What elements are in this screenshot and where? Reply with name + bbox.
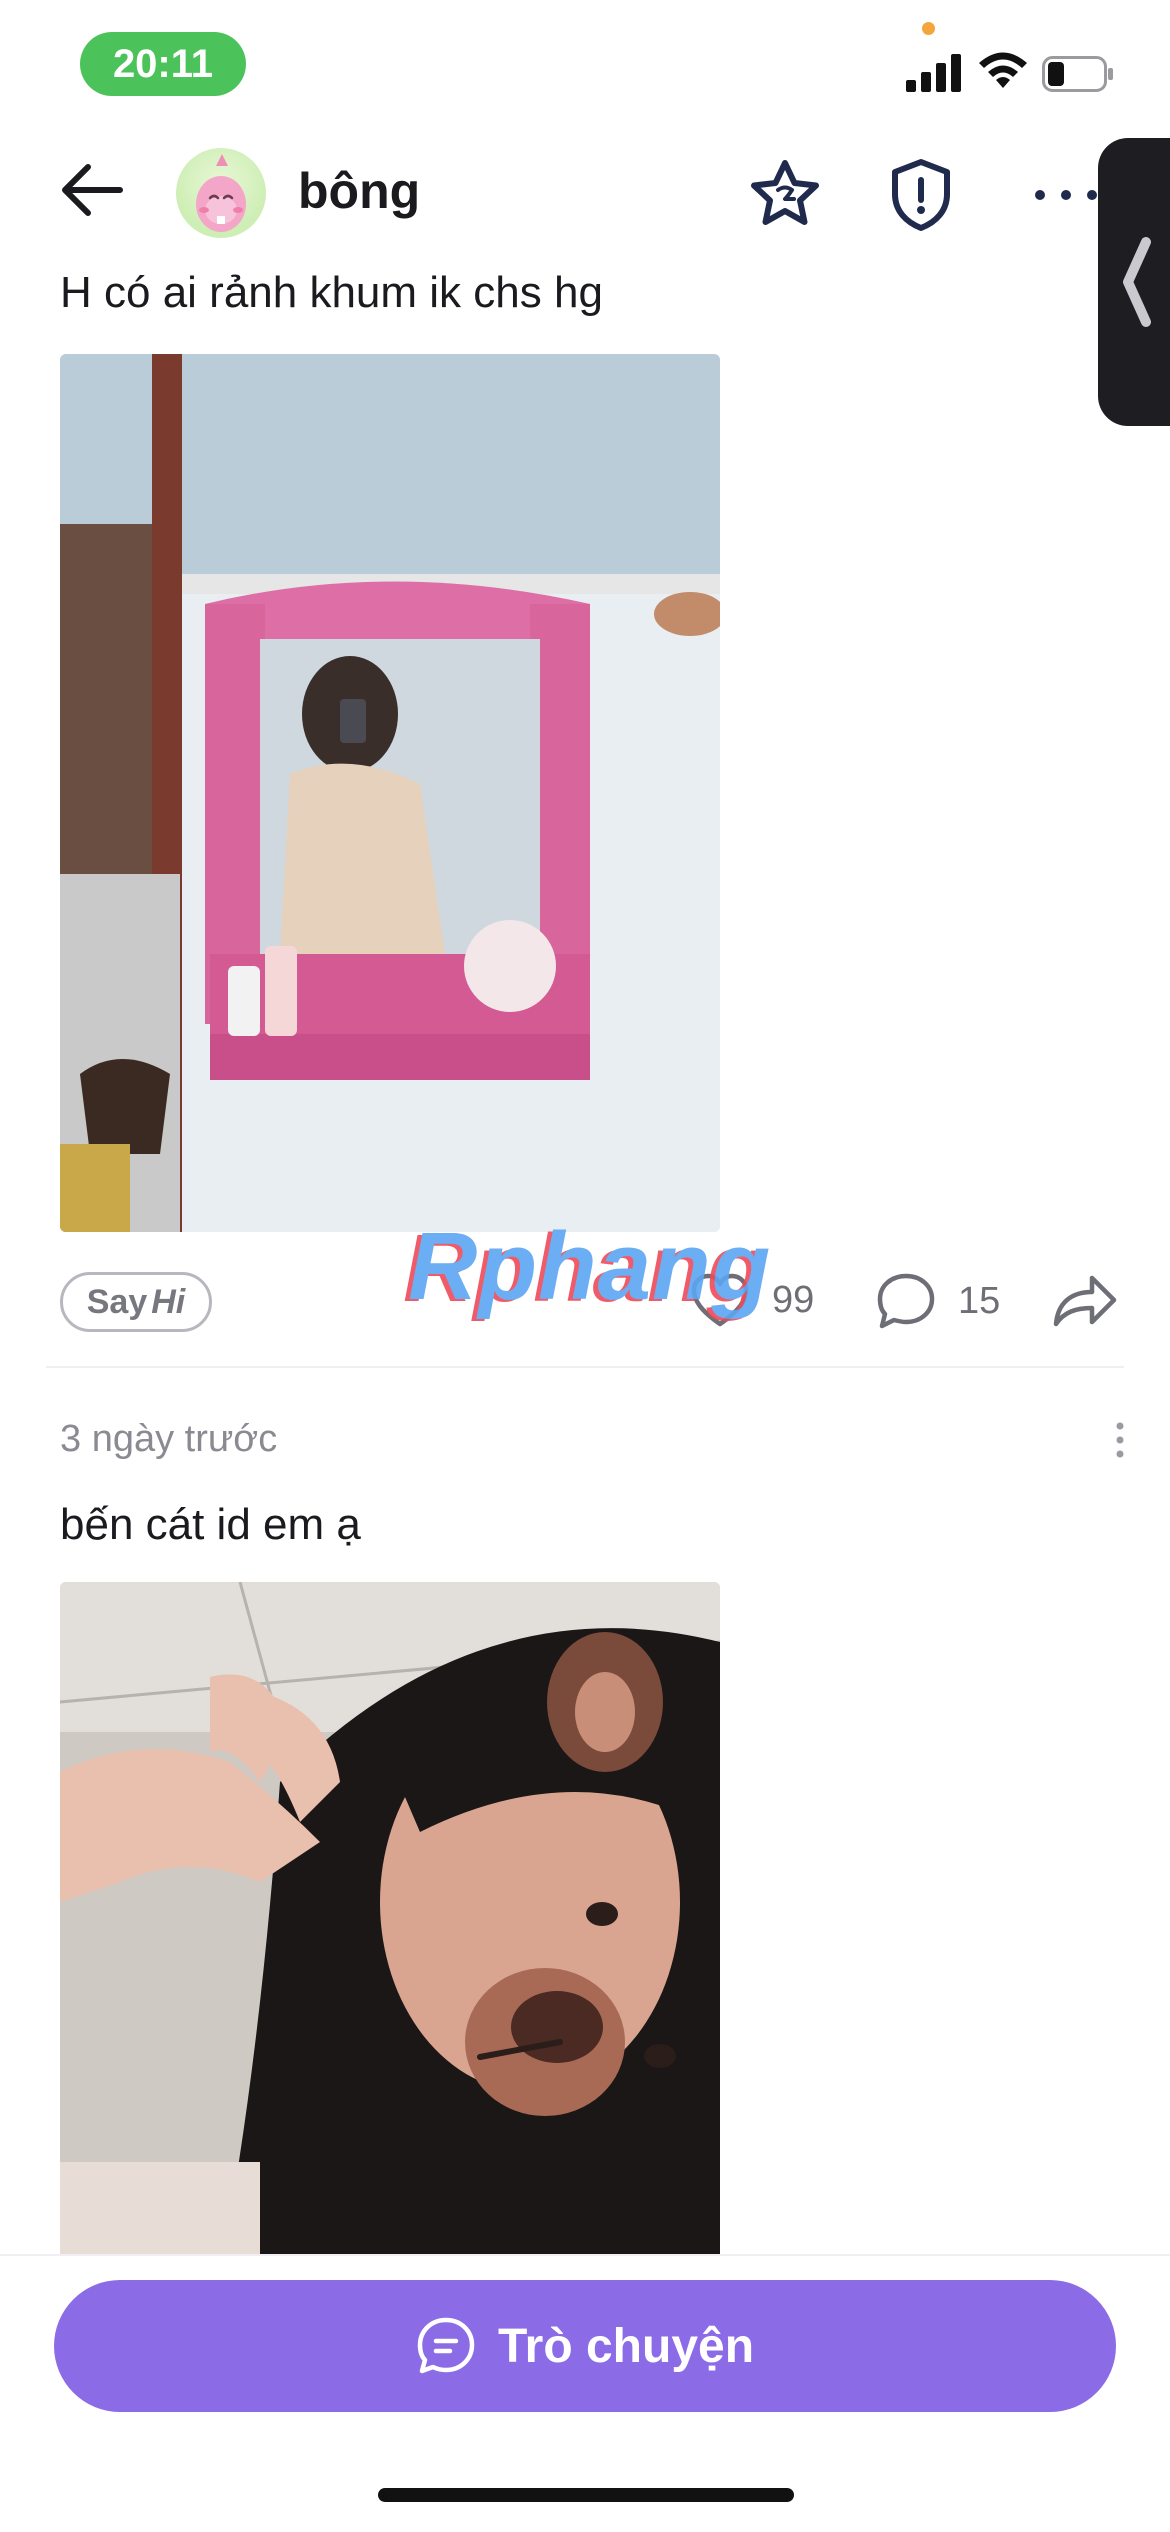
post-timestamp: 3 ngày trước <box>60 1418 278 1460</box>
username[interactable]: bông <box>298 162 420 220</box>
status-bar: 20:11 <box>0 0 1170 130</box>
ellipsis-icon <box>1035 190 1097 200</box>
post-text: H có ai rảnh khum ik chs hg <box>60 268 603 317</box>
mirror-selfie-photo <box>60 354 720 1232</box>
star-icon <box>751 160 819 225</box>
status-time: 20:11 <box>80 32 246 96</box>
home-indicator[interactable] <box>378 2488 794 2502</box>
chat-bubble-icon <box>417 2317 475 2374</box>
post-photo-mirror-selfie[interactable] <box>60 354 720 1232</box>
vertical-dots-icon <box>1116 1422 1124 1458</box>
like-count: 99 <box>772 1278 815 1321</box>
arrow-left-icon <box>62 164 123 216</box>
pink-creature-avatar-icon <box>196 154 246 232</box>
avatar[interactable] <box>176 148 266 238</box>
chevron-left-icon <box>1123 237 1151 327</box>
comment-button[interactable]: 15 <box>876 1272 1000 1330</box>
battery-icon <box>1042 56 1113 92</box>
comment-count: 15 <box>958 1279 1001 1322</box>
comment-bubble-icon <box>877 1273 935 1329</box>
selfie-filter-photo <box>60 1582 720 2272</box>
post-text: bến cát id em ạ <box>60 1500 361 1549</box>
post-options-button[interactable] <box>1108 1420 1132 1460</box>
say-hi-hi-text: Hi <box>151 1282 186 1321</box>
post-photo-selfie-filter[interactable] <box>60 1582 720 2272</box>
report-button[interactable] <box>880 154 962 236</box>
back-button[interactable] <box>52 150 132 230</box>
say-hi-say-text: Say <box>86 1282 148 1321</box>
shield-alert-icon <box>892 159 950 231</box>
privacy-indicator-dot <box>922 22 935 35</box>
profile-header: bông <box>0 140 1170 250</box>
chat-button[interactable]: Trò chuyện <box>54 2280 1116 2412</box>
cellular-signal-icon <box>906 52 964 92</box>
say-hi-button[interactable]: Say Hi <box>60 1272 212 1332</box>
watermark: Rphang <box>408 1213 772 1320</box>
wifi-icon <box>979 52 1027 88</box>
more-options-button[interactable] <box>1026 170 1106 220</box>
favorite-button[interactable] <box>744 154 826 236</box>
side-drawer-handle[interactable] <box>1098 138 1170 426</box>
chat-button-label: Trò chuyện <box>497 2319 755 2373</box>
post-divider <box>46 1366 1124 1368</box>
share-button[interactable] <box>1052 1272 1118 1328</box>
share-arrow-icon <box>1053 1275 1117 1327</box>
